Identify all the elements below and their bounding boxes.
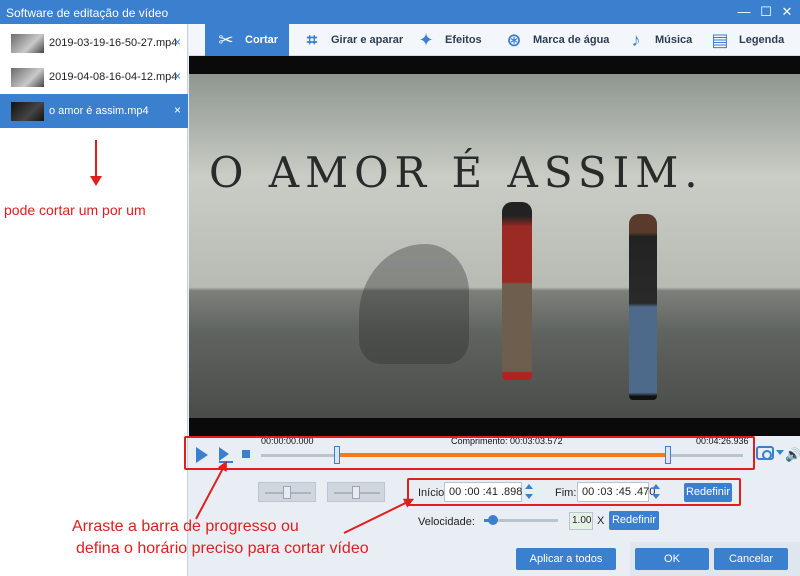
annotation-instruction-line1: Arraste a barra de progresso ou xyxy=(72,518,299,535)
volume-icon[interactable]: 🔊 xyxy=(785,447,800,463)
start-time-spinner[interactable] xyxy=(524,482,534,502)
file-name: 2019-04-08-16-04-12.mp4 xyxy=(49,71,178,83)
remove-file-icon[interactable]: × xyxy=(174,35,181,49)
music-icon: ♪ xyxy=(631,29,641,50)
file-item[interactable]: 2019-04-08-16-04-12.mp4 × xyxy=(0,60,188,94)
ok-button[interactable]: OK xyxy=(635,548,709,570)
file-name: o amor é assim.mp4 xyxy=(49,105,149,117)
start-time-input[interactable]: 00 :00 :41 .898 xyxy=(444,482,522,502)
window-title: Software de editação de vídeo xyxy=(6,6,169,20)
file-item[interactable]: 2019-03-19-16-50-27.mp4 × xyxy=(0,26,188,60)
speed-unit: X xyxy=(597,515,605,527)
split-right-button[interactable] xyxy=(327,482,385,502)
tab-musica[interactable]: ♪ Música xyxy=(623,24,693,56)
video-thumbnail xyxy=(11,102,44,121)
video-person-man xyxy=(502,202,532,380)
subtitle-icon: ▤ xyxy=(711,29,729,50)
minimize-icon[interactable]: — xyxy=(734,3,754,21)
annotation-cut-one-by-one: pode cortar um por um xyxy=(4,202,146,218)
speed-label: Velocidade: xyxy=(418,516,475,528)
edit-toolbar: ✂ Cortar ⌗ Girar e aparar ✦ Efeitos ⊛ Ma… xyxy=(189,24,800,56)
watermark-icon: ⊛ xyxy=(506,29,522,50)
tab-label: Girar e aparar xyxy=(331,34,404,46)
end-time-spinner[interactable] xyxy=(651,482,661,502)
video-shadow xyxy=(359,244,469,364)
remove-file-icon[interactable]: × xyxy=(174,103,181,117)
tab-efeitos[interactable]: ✦ Efeitos xyxy=(413,24,482,56)
annotation-timeline-highlight xyxy=(184,436,755,470)
file-name: 2019-03-19-16-50-27.mp4 xyxy=(49,37,178,49)
tab-marca-de-agua[interactable]: ⊛ Marca de água xyxy=(501,24,609,56)
snapshot-camera-icon[interactable] xyxy=(756,446,774,460)
speed-slider-knob[interactable] xyxy=(488,515,498,525)
reset-trim-button[interactable]: Redefinir xyxy=(684,483,732,502)
video-person-woman xyxy=(629,214,657,400)
title-bar: Software de editação de vídeo — ☐ ✕ xyxy=(0,0,800,24)
scissors-icon: ✂ xyxy=(218,29,234,50)
annotation-arrow-up-right xyxy=(343,501,408,534)
file-list-sidebar: 2019-03-19-16-50-27.mp4 × 2019-04-08-16-… xyxy=(0,24,188,576)
tab-label: Música xyxy=(655,34,693,46)
effects-icon: ✦ xyxy=(418,29,434,50)
crop-icon: ⌗ xyxy=(306,29,318,50)
apply-to-all-button[interactable]: Aplicar a todos xyxy=(516,548,616,570)
video-thumbnail xyxy=(11,34,44,53)
maximize-icon[interactable]: ☐ xyxy=(756,3,776,21)
video-preview: O AMOR É ASSIM. xyxy=(189,56,800,436)
split-left-button[interactable] xyxy=(258,482,316,502)
speed-value[interactable]: 1.00 xyxy=(569,512,593,530)
video-thumbnail xyxy=(11,68,44,87)
annotation-instruction-line2: defina o horário preciso para cortar víd… xyxy=(76,540,369,557)
annotation-arrow-down xyxy=(90,140,102,186)
start-time-label: Início: xyxy=(418,487,448,499)
tab-label: Marca de água xyxy=(533,34,610,46)
cancel-button[interactable]: Cancelar xyxy=(714,548,788,570)
tab-label: Cortar xyxy=(245,34,279,46)
tab-girar-e-aparar[interactable]: ⌗ Girar e aparar xyxy=(299,24,403,56)
video-frame: O AMOR É ASSIM. xyxy=(189,74,800,418)
end-time-label: Fim: xyxy=(555,487,577,499)
tab-legenda[interactable]: ▤ Legenda xyxy=(707,24,784,56)
tab-label: Legenda xyxy=(739,34,785,46)
end-time-input[interactable]: 00 :03 :45 .470 xyxy=(577,482,655,502)
file-item-selected[interactable]: o amor é assim.mp4 × xyxy=(0,94,188,128)
tab-label: Efeitos xyxy=(445,34,482,46)
close-icon[interactable]: ✕ xyxy=(777,3,797,21)
reset-speed-button[interactable]: Redefinir xyxy=(609,511,659,530)
tab-cortar[interactable]: ✂ Cortar xyxy=(205,24,289,56)
remove-file-icon[interactable]: × xyxy=(174,69,181,83)
chevron-down-icon[interactable] xyxy=(776,450,784,455)
video-graffiti-text: O AMOR É ASSIM. xyxy=(209,148,704,197)
